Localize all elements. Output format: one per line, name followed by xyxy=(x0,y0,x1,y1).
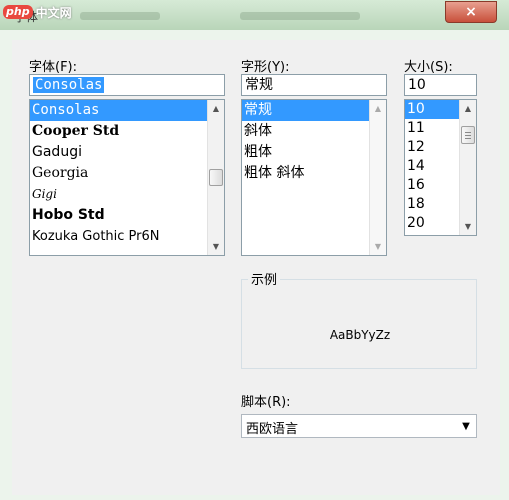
watermark-text: 中文网 xyxy=(35,5,72,20)
close-icon: × xyxy=(465,4,477,20)
font-dialog: 字体(F): Consolas Consolas Cooper Std Gadu… xyxy=(12,40,500,495)
font-item-gigi[interactable]: Gigi xyxy=(30,184,224,205)
sample-legend: 示例 xyxy=(248,269,281,288)
close-button[interactable]: × xyxy=(445,1,497,23)
font-style-list[interactable]: 常规 斜体 粗体 粗体 斜体 ▲ ▼ xyxy=(241,99,387,256)
blurred-title-region-2 xyxy=(240,12,360,20)
font-item-georgia[interactable]: Georgia xyxy=(30,163,224,184)
window-frame: 字体(F): Consolas Consolas Cooper Std Gadu… xyxy=(0,30,509,500)
sample-preview-box: AaBbYyZz xyxy=(241,279,477,369)
font-label: 字体(F): xyxy=(29,60,78,75)
scroll-thumb[interactable] xyxy=(209,169,223,186)
script-value: 西欧语言 xyxy=(246,422,299,437)
scroll-down-icon: ▼ xyxy=(374,242,382,251)
watermark-logo: php xyxy=(3,5,33,19)
font-size-value: 10 xyxy=(408,77,426,93)
font-item-cooper-std[interactable]: Cooper Std xyxy=(30,121,224,142)
style-item-italic[interactable]: 斜体 xyxy=(242,121,386,142)
scroll-up-icon[interactable]: ▲ xyxy=(460,100,476,117)
font-size-input[interactable]: 10 xyxy=(404,74,477,96)
font-name-value: Consolas xyxy=(33,77,105,93)
script-select[interactable]: 西欧语言 ▼ xyxy=(241,414,477,438)
size-list-scrollbar[interactable]: ▲ ▼ xyxy=(459,100,476,235)
font-item-kozuka-gothic[interactable]: Kozuka Gothic Pr6N xyxy=(30,226,224,247)
font-item-gadugi[interactable]: Gadugi xyxy=(30,142,224,163)
font-size-list[interactable]: 10 11 12 14 16 18 20 ▲ ▼ xyxy=(404,99,477,236)
scroll-up-icon: ▲ xyxy=(374,104,382,113)
font-style-input[interactable]: 常规 xyxy=(241,74,387,96)
style-item-bold-italic[interactable]: 粗体 斜体 xyxy=(242,163,386,184)
script-label: 脚本(R): xyxy=(241,395,291,410)
scroll-thumb[interactable] xyxy=(461,126,475,144)
style-item-regular[interactable]: 常规 xyxy=(242,100,386,121)
style-item-bold[interactable]: 粗体 xyxy=(242,142,386,163)
style-list-scrollbar[interactable]: ▲ ▼ xyxy=(369,100,386,255)
font-list[interactable]: Consolas Cooper Std Gadugi Georgia Gigi … xyxy=(29,99,225,256)
font-style-value: 常规 xyxy=(245,77,273,93)
scroll-up-icon[interactable]: ▲ xyxy=(208,100,224,117)
font-item-consolas[interactable]: Consolas xyxy=(30,100,224,121)
font-item-hobo-std[interactable]: Hobo Std xyxy=(30,205,224,226)
blurred-title-region xyxy=(80,12,160,20)
size-label: 大小(S): xyxy=(404,60,453,75)
scroll-down-icon[interactable]: ▼ xyxy=(208,238,224,255)
font-list-scrollbar[interactable]: ▲ ▼ xyxy=(207,100,224,255)
scroll-down-icon[interactable]: ▼ xyxy=(460,218,476,235)
font-name-input[interactable]: Consolas xyxy=(29,74,225,96)
sample-text: AaBbYyZz xyxy=(329,328,391,342)
style-label: 字形(Y): xyxy=(241,60,290,75)
window-titlebar[interactable]: 字体 php 中文网 × xyxy=(0,0,509,31)
watermark: php 中文网 xyxy=(3,2,83,22)
chevron-down-icon[interactable]: ▼ xyxy=(459,419,473,433)
